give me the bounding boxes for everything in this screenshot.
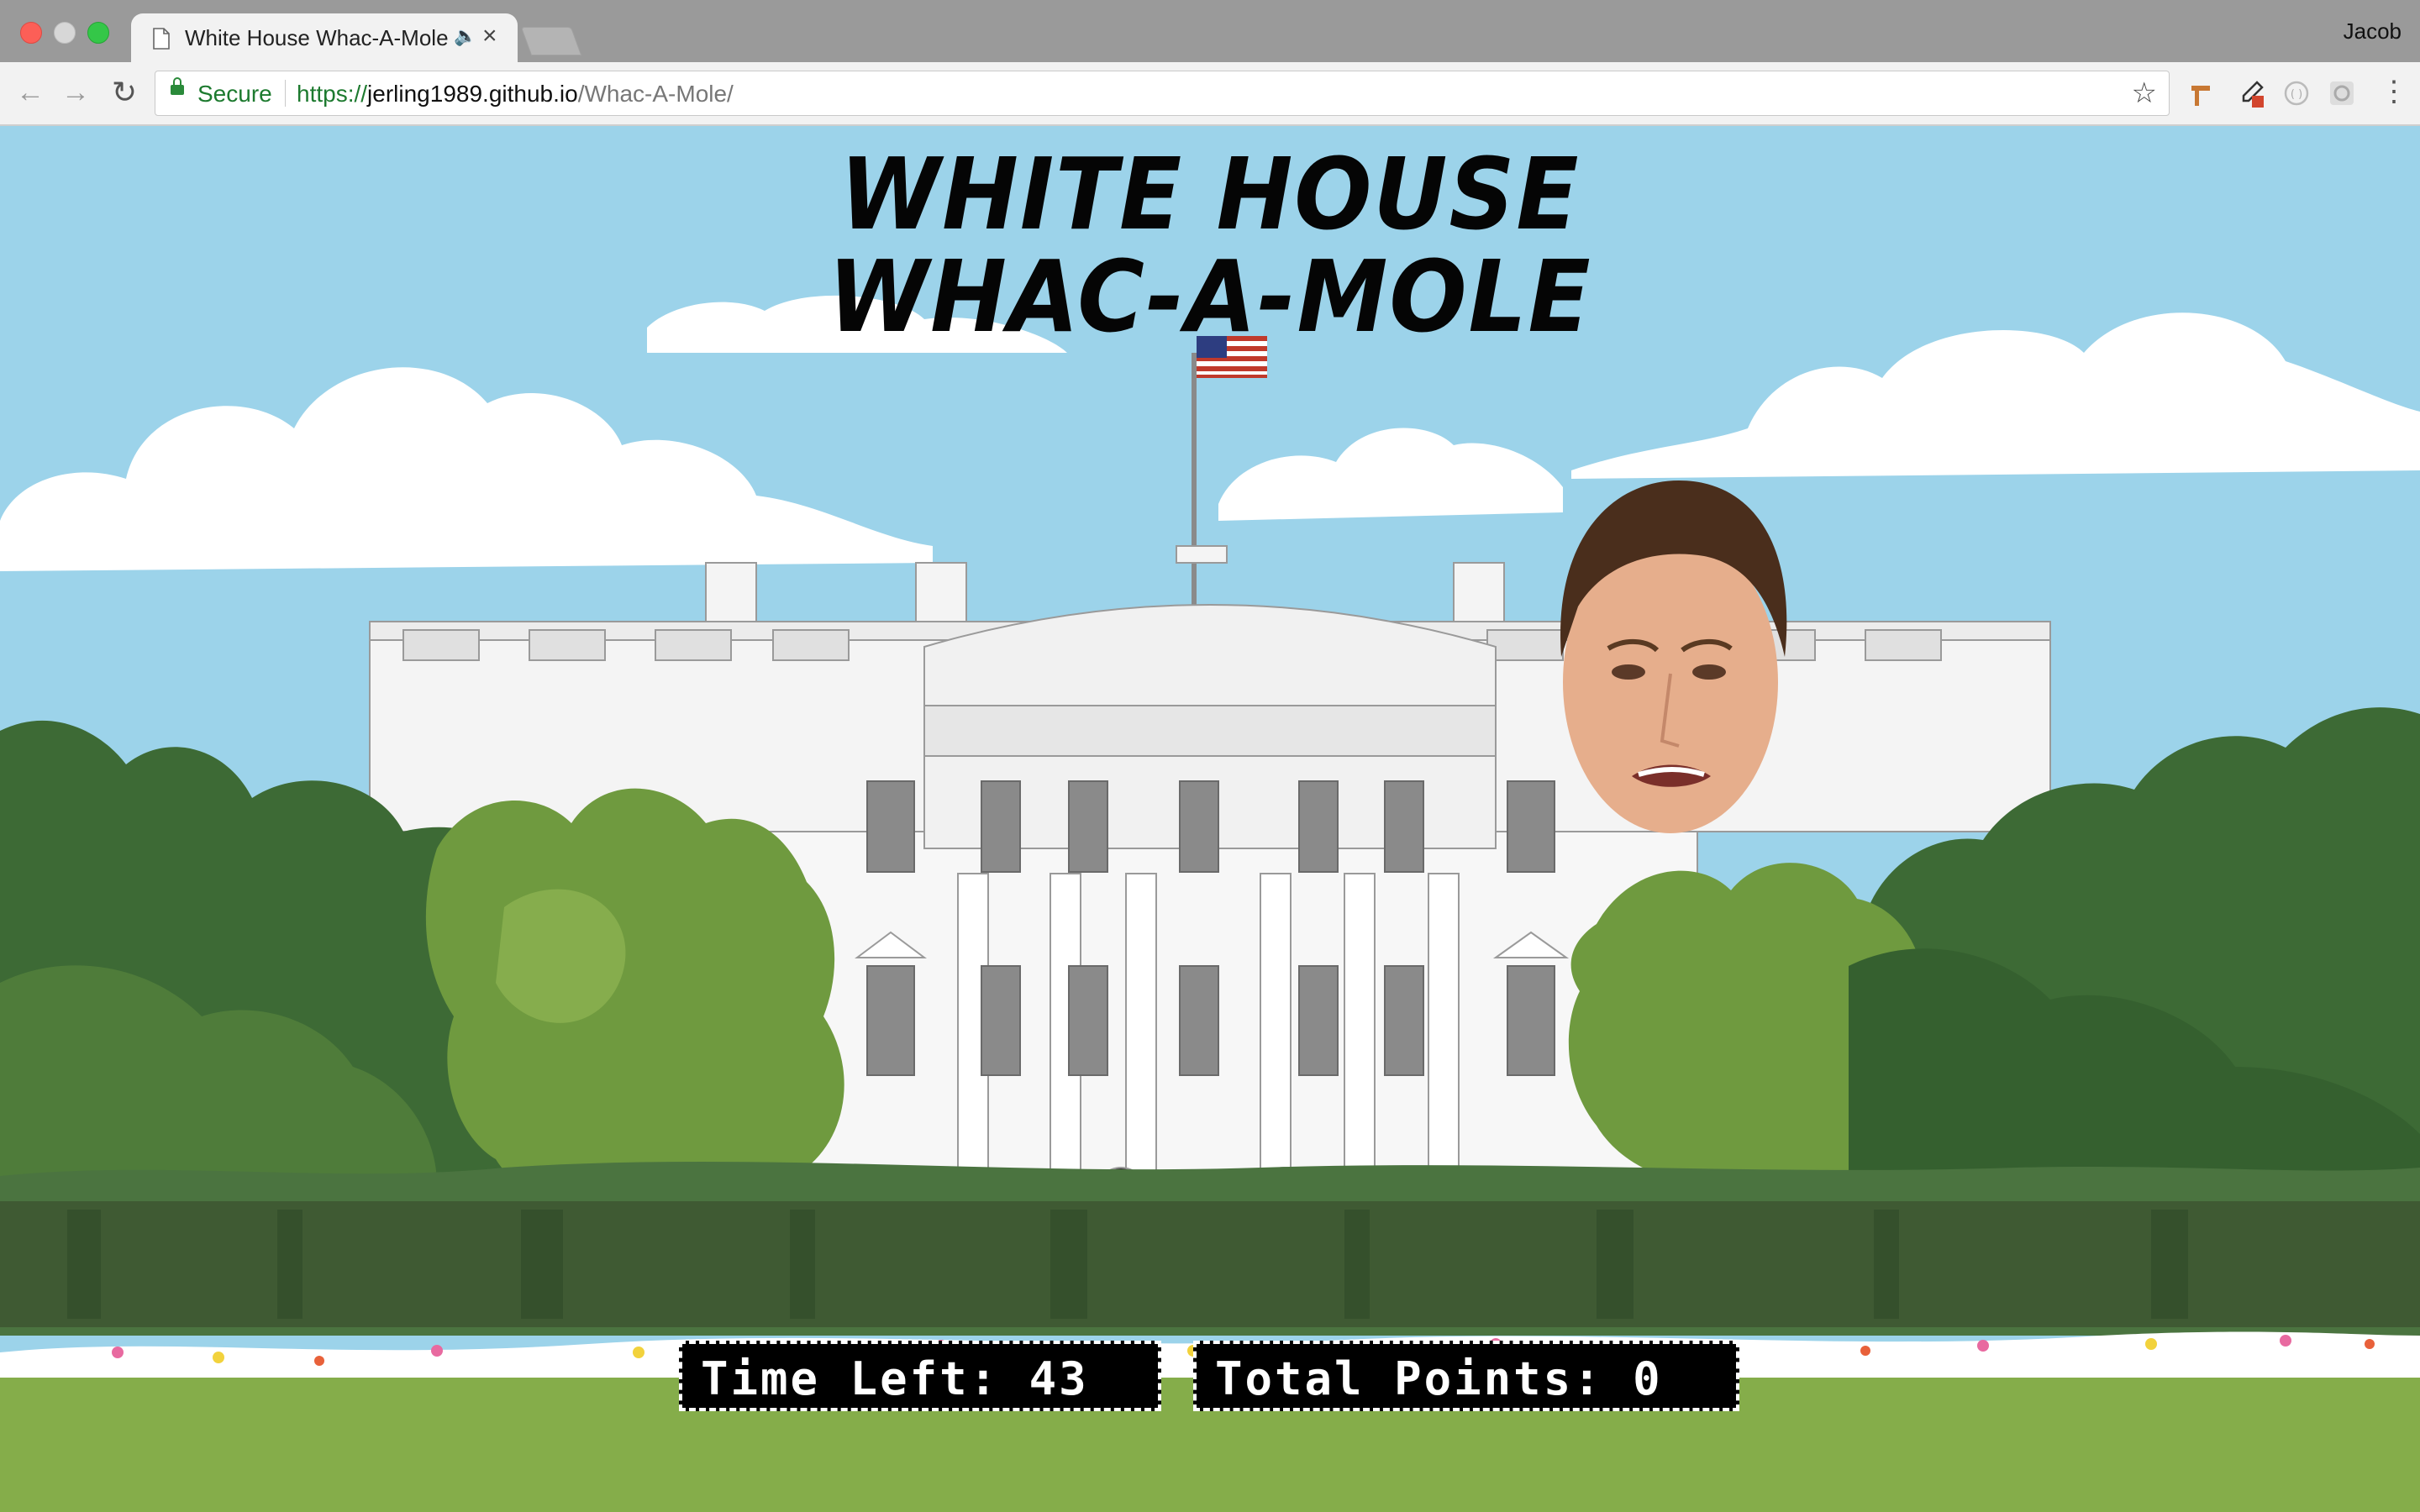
time-left-label: Time Left: bbox=[701, 1352, 1000, 1405]
lock-icon bbox=[171, 77, 184, 95]
game-title-line2: WHAC-A-MOLE bbox=[828, 239, 1592, 354]
extension-hammer-icon[interactable] bbox=[2188, 79, 2217, 108]
hedge bbox=[0, 1161, 2420, 1336]
url-scheme: https:// bbox=[297, 81, 368, 107]
back-arrow-icon[interactable]: ← bbox=[13, 76, 47, 109]
window-close-button[interactable] bbox=[20, 22, 42, 44]
forward-arrow-icon[interactable]: → bbox=[59, 76, 92, 109]
close-icon[interactable]: × bbox=[482, 22, 497, 50]
profile-name[interactable]: Jacob bbox=[2344, 18, 2402, 45]
extension-circle-icon[interactable]: ( ) bbox=[2282, 79, 2311, 108]
omnibox-divider bbox=[285, 80, 286, 107]
new-tab-button[interactable] bbox=[520, 27, 582, 55]
time-left-value: 43 bbox=[1028, 1352, 1089, 1405]
address-bar[interactable]: Secure https://jerling1989.github.io/Wha… bbox=[155, 71, 2170, 116]
svg-text:( ): ( ) bbox=[2291, 88, 2302, 101]
extension-gear-icon[interactable] bbox=[2328, 79, 2356, 108]
time-left-counter: Time Left: 43 bbox=[679, 1341, 1161, 1411]
browser-titlebar: White House Whac-A-Mole 🔈 × Jacob bbox=[0, 0, 2420, 62]
audio-icon[interactable]: 🔈 bbox=[454, 25, 476, 47]
url-path: /Whac-A-Mole/ bbox=[577, 81, 734, 107]
browser-tab[interactable]: White House Whac-A-Mole 🔈 × bbox=[131, 13, 518, 62]
window-minimize-button[interactable] bbox=[54, 22, 76, 44]
mole-head[interactable] bbox=[1544, 472, 1793, 845]
tab-title: White House Whac-A-Mole bbox=[185, 25, 449, 50]
url-host: jerling1989.github.io bbox=[367, 81, 578, 107]
game-title: WHITE HOUSE WHAC-A-MOLE bbox=[97, 143, 2323, 348]
menu-icon[interactable]: ⋮ bbox=[2380, 77, 2408, 106]
url-text[interactable]: https://jerling1989.github.io/Whac-A-Mol… bbox=[297, 81, 734, 108]
window-maximize-button[interactable] bbox=[87, 22, 109, 44]
total-points-counter: Total Points: 0 bbox=[1193, 1341, 1739, 1411]
browser-toolbar: ← → ↻ Secure https://jerling1989.github.… bbox=[0, 62, 2420, 126]
total-points-label: Total Points: bbox=[1215, 1352, 1603, 1405]
total-points-value: 0 bbox=[1633, 1352, 1663, 1405]
reload-icon[interactable]: ↻ bbox=[108, 76, 141, 109]
security-label: Secure bbox=[197, 81, 272, 107]
extension-eyedropper-icon[interactable] bbox=[2237, 79, 2265, 108]
star-icon[interactable]: ☆ bbox=[2132, 76, 2157, 110]
game-page: WHITE HOUSE WHAC-A-MOLE Time Left: 43 To… bbox=[0, 126, 2420, 1512]
page-icon bbox=[153, 28, 170, 50]
game-title-line1: WHITE HOUSE bbox=[839, 136, 1581, 252]
